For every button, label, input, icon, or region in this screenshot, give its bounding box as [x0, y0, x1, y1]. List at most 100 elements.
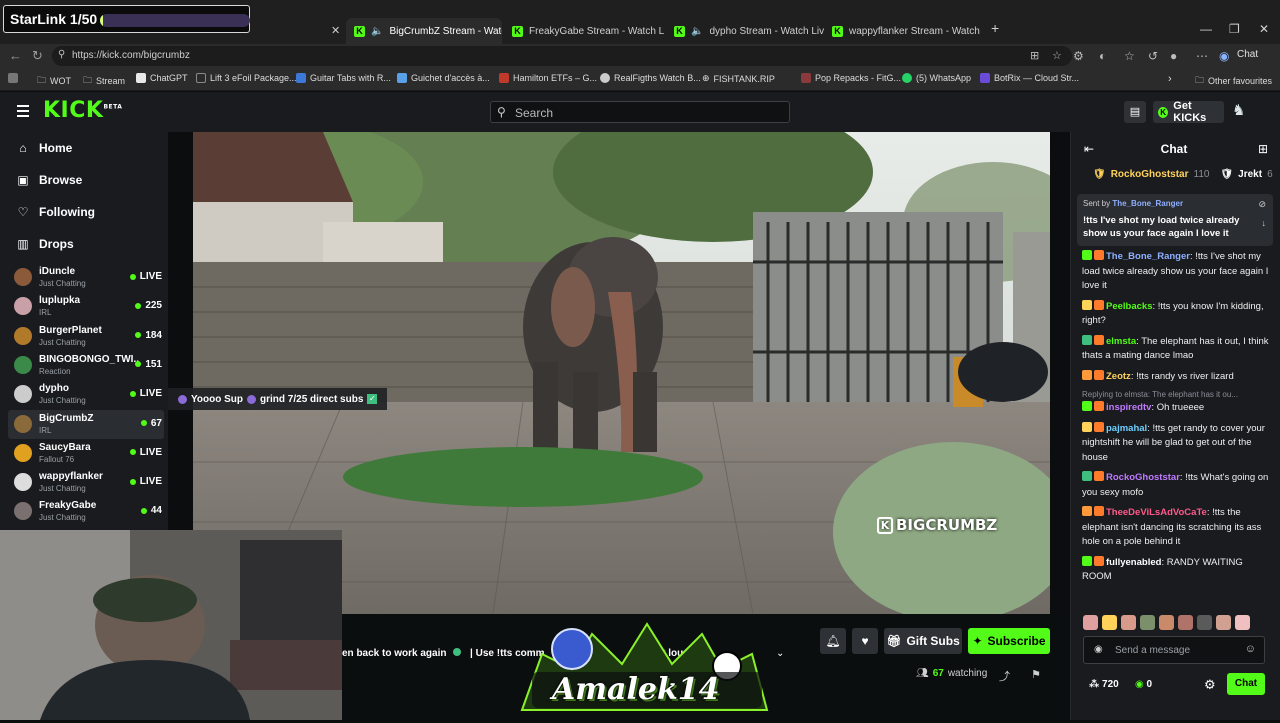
unpin-icon[interactable]: ⊘ — [1258, 199, 1266, 210]
kicks-balance[interactable]: ◉ 0 — [1135, 679, 1152, 690]
bookmark-botrix[interactable]: BotRix — Cloud Str... — [980, 73, 1079, 83]
chat-message[interactable]: The_Bone_Ranger: !tts I've shot my load … — [1082, 250, 1272, 294]
channel-points[interactable]: ⁂ 720 — [1089, 679, 1119, 690]
sidebar-channel[interactable]: wappyflanker Just Chatting LIVE — [8, 468, 164, 497]
chat-username[interactable]: fullyenabled — [1106, 557, 1161, 568]
gift-subs-button[interactable]: 🎁︎ Gift Subs — [884, 628, 962, 654]
tab-wappyflanker[interactable]: K wappyflanker Stream - Watch Live ✕ — [824, 18, 982, 44]
more-menu-icon[interactable]: ⋯ — [1196, 49, 1208, 63]
tab-bigcrumbz[interactable]: K 🔈 BigCrumbZ Stream - Watch Li ✕ — [346, 18, 502, 44]
chat-username[interactable]: The_Bone_Ranger — [1106, 251, 1190, 262]
emote-icon[interactable] — [1102, 615, 1117, 630]
emote-icon[interactable] — [1235, 615, 1250, 630]
site-info-icon[interactable]: ⚲ — [58, 49, 65, 60]
kick-logo[interactable]: KICKBETA — [43, 98, 122, 123]
chat-username[interactable]: TheeDeViLsAdVoCaTe — [1106, 507, 1207, 518]
favorites-icon[interactable]: ☆ — [1124, 49, 1135, 63]
top-gifter-name[interactable]: Jrekt — [1238, 169, 1262, 180]
account-avatar-icon[interactable]: ● — [1170, 49, 1177, 63]
bookmark-lift[interactable]: Lift 3 eFoil Package... — [196, 73, 297, 83]
reader-icon[interactable]: ⊞ — [1030, 49, 1039, 62]
copilot-icon[interactable]: ◉ — [1219, 49, 1229, 63]
bookmark-realfights[interactable]: RealFigths Watch B... — [600, 73, 701, 83]
refresh-icon[interactable]: ↻ — [32, 48, 43, 64]
chat-message[interactable]: RockoGhoststar: !tts What's going on you… — [1082, 471, 1272, 500]
sidebar-channel[interactable]: BINGOBONGO_TWI... Reaction 151 — [8, 351, 164, 380]
emote-icon[interactable] — [1216, 615, 1231, 630]
bookmark-chatgpt[interactable]: ChatGPT — [136, 73, 188, 83]
chat-message[interactable]: pajmahal: !tts get randy to cover your n… — [1082, 421, 1272, 466]
chat-username[interactable]: RockoGhoststar — [1106, 472, 1180, 483]
follow-heart-button[interactable]: ♥ — [852, 628, 878, 654]
hamburger-menu-icon[interactable] — [17, 105, 29, 120]
chat-message[interactable]: Zeotz: !tts randy vs river lizard — [1082, 369, 1272, 385]
tab-freakygabe[interactable]: K FreakyGabe Stream - Watch Li ✕ — [504, 18, 664, 44]
sidebar-channel[interactable]: BigCrumbZ IRL 67 — [8, 409, 164, 439]
new-tab-icon[interactable]: + — [991, 20, 999, 36]
chat-message[interactable]: Peelbacks: !tts you know I'm kidding, ri… — [1082, 299, 1272, 329]
subscribe-button[interactable]: ✦ Subscribe — [968, 628, 1050, 654]
maximize-icon[interactable]: ❐ — [1229, 22, 1240, 36]
sidebar-channel[interactable]: FreakyGabe Just Chatting 44 — [8, 497, 164, 526]
chevron-down-icon[interactable]: ⌄ — [776, 648, 784, 659]
chat-username[interactable]: inspiredtv — [1106, 402, 1151, 413]
chat-message[interactable]: elmsta: The elephant has it out, I think… — [1082, 334, 1272, 364]
notification-bell-button[interactable]: 🔔︎ — [820, 628, 846, 654]
share-icon[interactable]: ⤴ — [999, 668, 1010, 684]
top-gifter-name[interactable]: RockoGhoststar — [1111, 169, 1189, 180]
sidebar-item-browse[interactable]: ▣ Browse — [17, 173, 82, 187]
chat-input[interactable]: ◉ Send a message ☺ — [1083, 636, 1265, 664]
copilot-chat-label[interactable]: Chat — [1237, 49, 1258, 60]
history-icon[interactable]: ↺ — [1148, 49, 1158, 63]
sidebar-channel[interactable]: BurgerPlanet Just Chatting 184 — [8, 322, 164, 351]
extensions-icon[interactable]: ⚙ — [1073, 49, 1084, 63]
bookmark-fishtank[interactable]: ⊕ FISHTANK.RIP — [702, 73, 775, 84]
chat-identity-icon[interactable]: ◉ — [1094, 644, 1103, 655]
emote-icon[interactable] — [1178, 615, 1193, 630]
chat-username[interactable]: Peelbacks — [1106, 301, 1152, 312]
emote-icon[interactable] — [1083, 615, 1098, 630]
sidebar-channel[interactable]: luplupka IRL 225 — [8, 292, 164, 321]
bookmark-hamilton[interactable]: Hamilton ETFs – G... — [499, 73, 597, 83]
emote-icon[interactable] — [1121, 615, 1136, 630]
chat-message[interactable]: TheeDeViLsAdVoCaTe: !tts the elephant is… — [1082, 506, 1272, 550]
bookmarks-overflow-icon[interactable]: › — [1168, 73, 1172, 85]
sidebar-channel[interactable]: dypho Just Chatting LIVE — [8, 380, 164, 409]
favorite-star-icon[interactable]: ☆ — [1052, 49, 1062, 62]
bookmark-icon[interactable] — [8, 73, 18, 83]
url-field[interactable]: ⚲ https://kick.com/bigcrumbz ⊞ ☆ — [52, 46, 1072, 66]
bookmark-stream[interactable]: 🗀 Stream — [83, 73, 125, 89]
search-input[interactable]: ⚲ Search — [490, 101, 790, 123]
bookmark-guichet[interactable]: Guichet d'accès à... — [397, 73, 490, 83]
chat-users-icon[interactable]: ⊞ — [1258, 142, 1268, 156]
get-kicks-button[interactable]: K Get KICKs — [1153, 100, 1224, 124]
bookmark-wot[interactable]: 🗀 WOT — [37, 73, 71, 89]
sidebar-item-home[interactable]: ⌂ Home — [17, 141, 72, 155]
close-tab-icon[interactable]: ✕ — [331, 24, 340, 37]
studio-icon[interactable]: ▤ — [1124, 101, 1146, 123]
user-avatar[interactable]: ♞ — [1232, 101, 1250, 121]
tab-dypho[interactable]: K 🔈 dypho Stream - Watch Live or ✕ — [666, 18, 824, 44]
back-icon[interactable]: ← — [9, 48, 22, 63]
gear-icon[interactable]: ⚙ — [1204, 677, 1216, 693]
expand-pinned-icon[interactable]: ↓ — [1262, 218, 1267, 228]
bookmark-pop-repacks[interactable]: Pop Repacks - FitG... — [801, 73, 901, 83]
report-icon[interactable]: ⚑ — [1031, 668, 1041, 681]
emoji-icon[interactable]: ☺ — [1245, 643, 1256, 655]
chat-username[interactable]: pajmahal — [1106, 423, 1147, 434]
pinned-message[interactable]: Sent by The_Bone_Ranger ⊘ !tts I've shot… — [1077, 194, 1273, 246]
chat-message[interactable]: fullyenabled: RANDY WAITING ROOM — [1082, 555, 1272, 585]
emote-icon[interactable] — [1197, 615, 1212, 630]
bookmark-whatsapp[interactable]: (5) WhatsApp — [902, 73, 971, 83]
sidebar-channel[interactable]: iDuncle Just Chatting LIVE — [8, 263, 164, 292]
bookmark-other-favourites[interactable]: 🗀 Other favourites — [1195, 73, 1272, 89]
pinned-sender-name[interactable]: The_Bone_Ranger — [1112, 199, 1183, 208]
chat-message[interactable]: Replying to elmsta: The elephant has it … — [1082, 390, 1272, 416]
bookmark-guitar-tabs[interactable]: Guitar Tabs with R... — [296, 73, 391, 83]
profile-ext-icon[interactable]: ◐ — [1099, 49, 1106, 63]
sidebar-channel[interactable]: SaucyBara Fallout 76 LIVE — [8, 439, 164, 468]
chat-username[interactable]: elmsta — [1106, 336, 1136, 347]
emote-icon[interactable] — [1159, 615, 1174, 630]
sidebar-item-drops[interactable]: ▥ Drops — [17, 237, 73, 251]
sidebar-item-following[interactable]: ♡ Following — [17, 205, 95, 219]
